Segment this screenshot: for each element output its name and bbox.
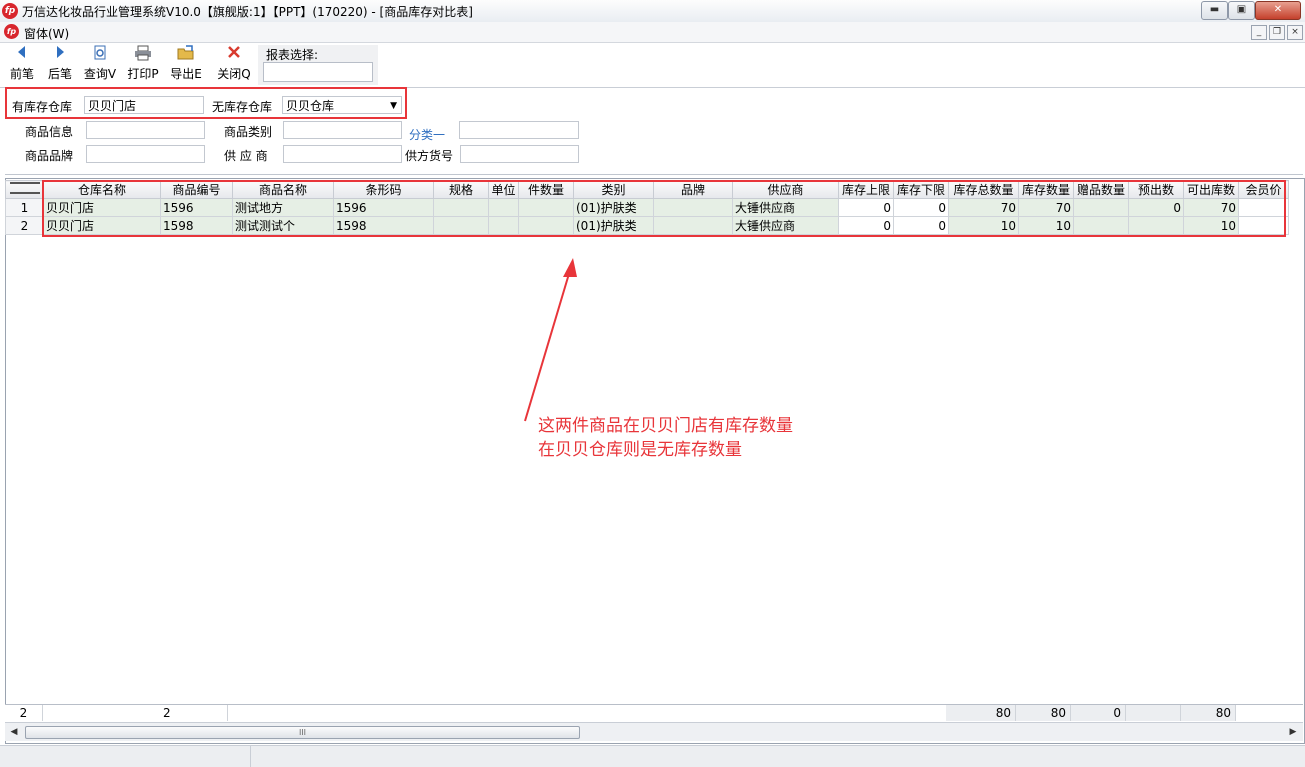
row-number: 1 [5,198,44,217]
maximize-button[interactable]: ▣ [1228,1,1255,20]
footer-pre-sum [1126,705,1181,721]
close-button[interactable]: 关闭Q [215,45,253,85]
product-info-label: 商品信息 [25,125,74,139]
footer-avail-sum: 80 [1181,705,1236,721]
product-brand-label: 商品品牌 [25,149,74,163]
footer-gift-sum: 0 [1071,705,1126,721]
class1-input[interactable] [459,121,579,139]
child-restore-button[interactable]: ❐ [1269,25,1285,40]
grid-footer-totals: 2 2 80 80 0 80 [5,704,1303,723]
child-minimize-button[interactable]: _ [1251,25,1267,40]
footer-qty-sum: 80 [1016,705,1071,721]
row-number: 2 [5,216,44,235]
app-logo-icon: fp [2,3,18,19]
highlight-box-rows [42,180,1286,237]
status-separator [250,746,251,767]
annotation-text: 这两件商品在贝贝门店有库存数量 在贝贝仓库则是无库存数量 [538,414,793,462]
product-category-label: 商品类别 [224,125,273,139]
export-button[interactable]: 导出E [167,45,205,85]
report-select-input[interactable] [263,62,373,82]
title-bar: fp 万信达化妆品行业管理系统V10.0【旗舰版:1】【PPT】(170220)… [0,0,1305,23]
export-label: 导出E [170,67,202,81]
annotation-line-1: 这两件商品在贝贝门店有库存数量 [538,416,793,436]
window-title: 万信达化妆品行业管理系统V10.0【旗舰版:1】【PPT】(170220) - … [22,5,473,19]
close-x-icon [215,45,253,65]
menu-bar: fp 窗体(W) _ ❐ × [0,22,1305,43]
report-select-label: 报表选择: [266,48,319,62]
footer-code-count: 2 [160,705,228,721]
close-label: 关闭Q [217,67,251,81]
footer-row-count: 2 [5,705,43,721]
close-window-button[interactable]: ✕ [1255,1,1301,20]
highlight-box-warehouses [5,87,407,119]
supplier-item-no-input[interactable] [460,145,579,163]
next-record-button[interactable]: 后笔 [41,45,79,85]
product-info-input[interactable] [86,121,205,139]
minimize-button[interactable]: ▬ [1201,1,1228,20]
supplier-input[interactable] [283,145,402,163]
supplier-item-no-label: 供方货号 [405,149,454,163]
child-window-logo-icon: fp [4,24,19,39]
export-folder-icon [167,45,205,65]
supplier-label: 供 应 商 [224,149,268,163]
status-bar [0,745,1305,767]
toolbar: 前笔 后笔 查询V 打印P 导出E 关闭Q [0,43,1305,88]
product-brand-input[interactable] [86,145,205,163]
annotation-line-2: 在贝贝仓库则是无库存数量 [538,440,742,460]
print-button[interactable]: 打印P [124,45,162,85]
product-category-input[interactable] [283,121,402,139]
query-document-icon [81,45,119,65]
arrow-right-icon [41,45,79,65]
query-button[interactable]: 查询V [81,45,119,85]
printer-icon [124,45,162,65]
horizontal-scrollbar[interactable]: ◀ III ▶ [5,722,1303,741]
row-number-header[interactable] [5,180,44,199]
menu-window[interactable]: 窗体(W) [24,25,69,42]
arrow-left-icon [3,45,41,65]
annotation-arrow-icon [524,258,577,422]
scroll-left-icon[interactable]: ◀ [7,725,21,739]
child-close-button[interactable]: × [1287,25,1303,40]
scroll-thumb[interactable]: III [25,726,580,739]
grid-menu-icon [9,182,40,194]
class1-link[interactable]: 分类一 [409,126,445,143]
scroll-right-icon[interactable]: ▶ [1286,725,1300,739]
footer-total-sum: 80 [946,705,1016,721]
